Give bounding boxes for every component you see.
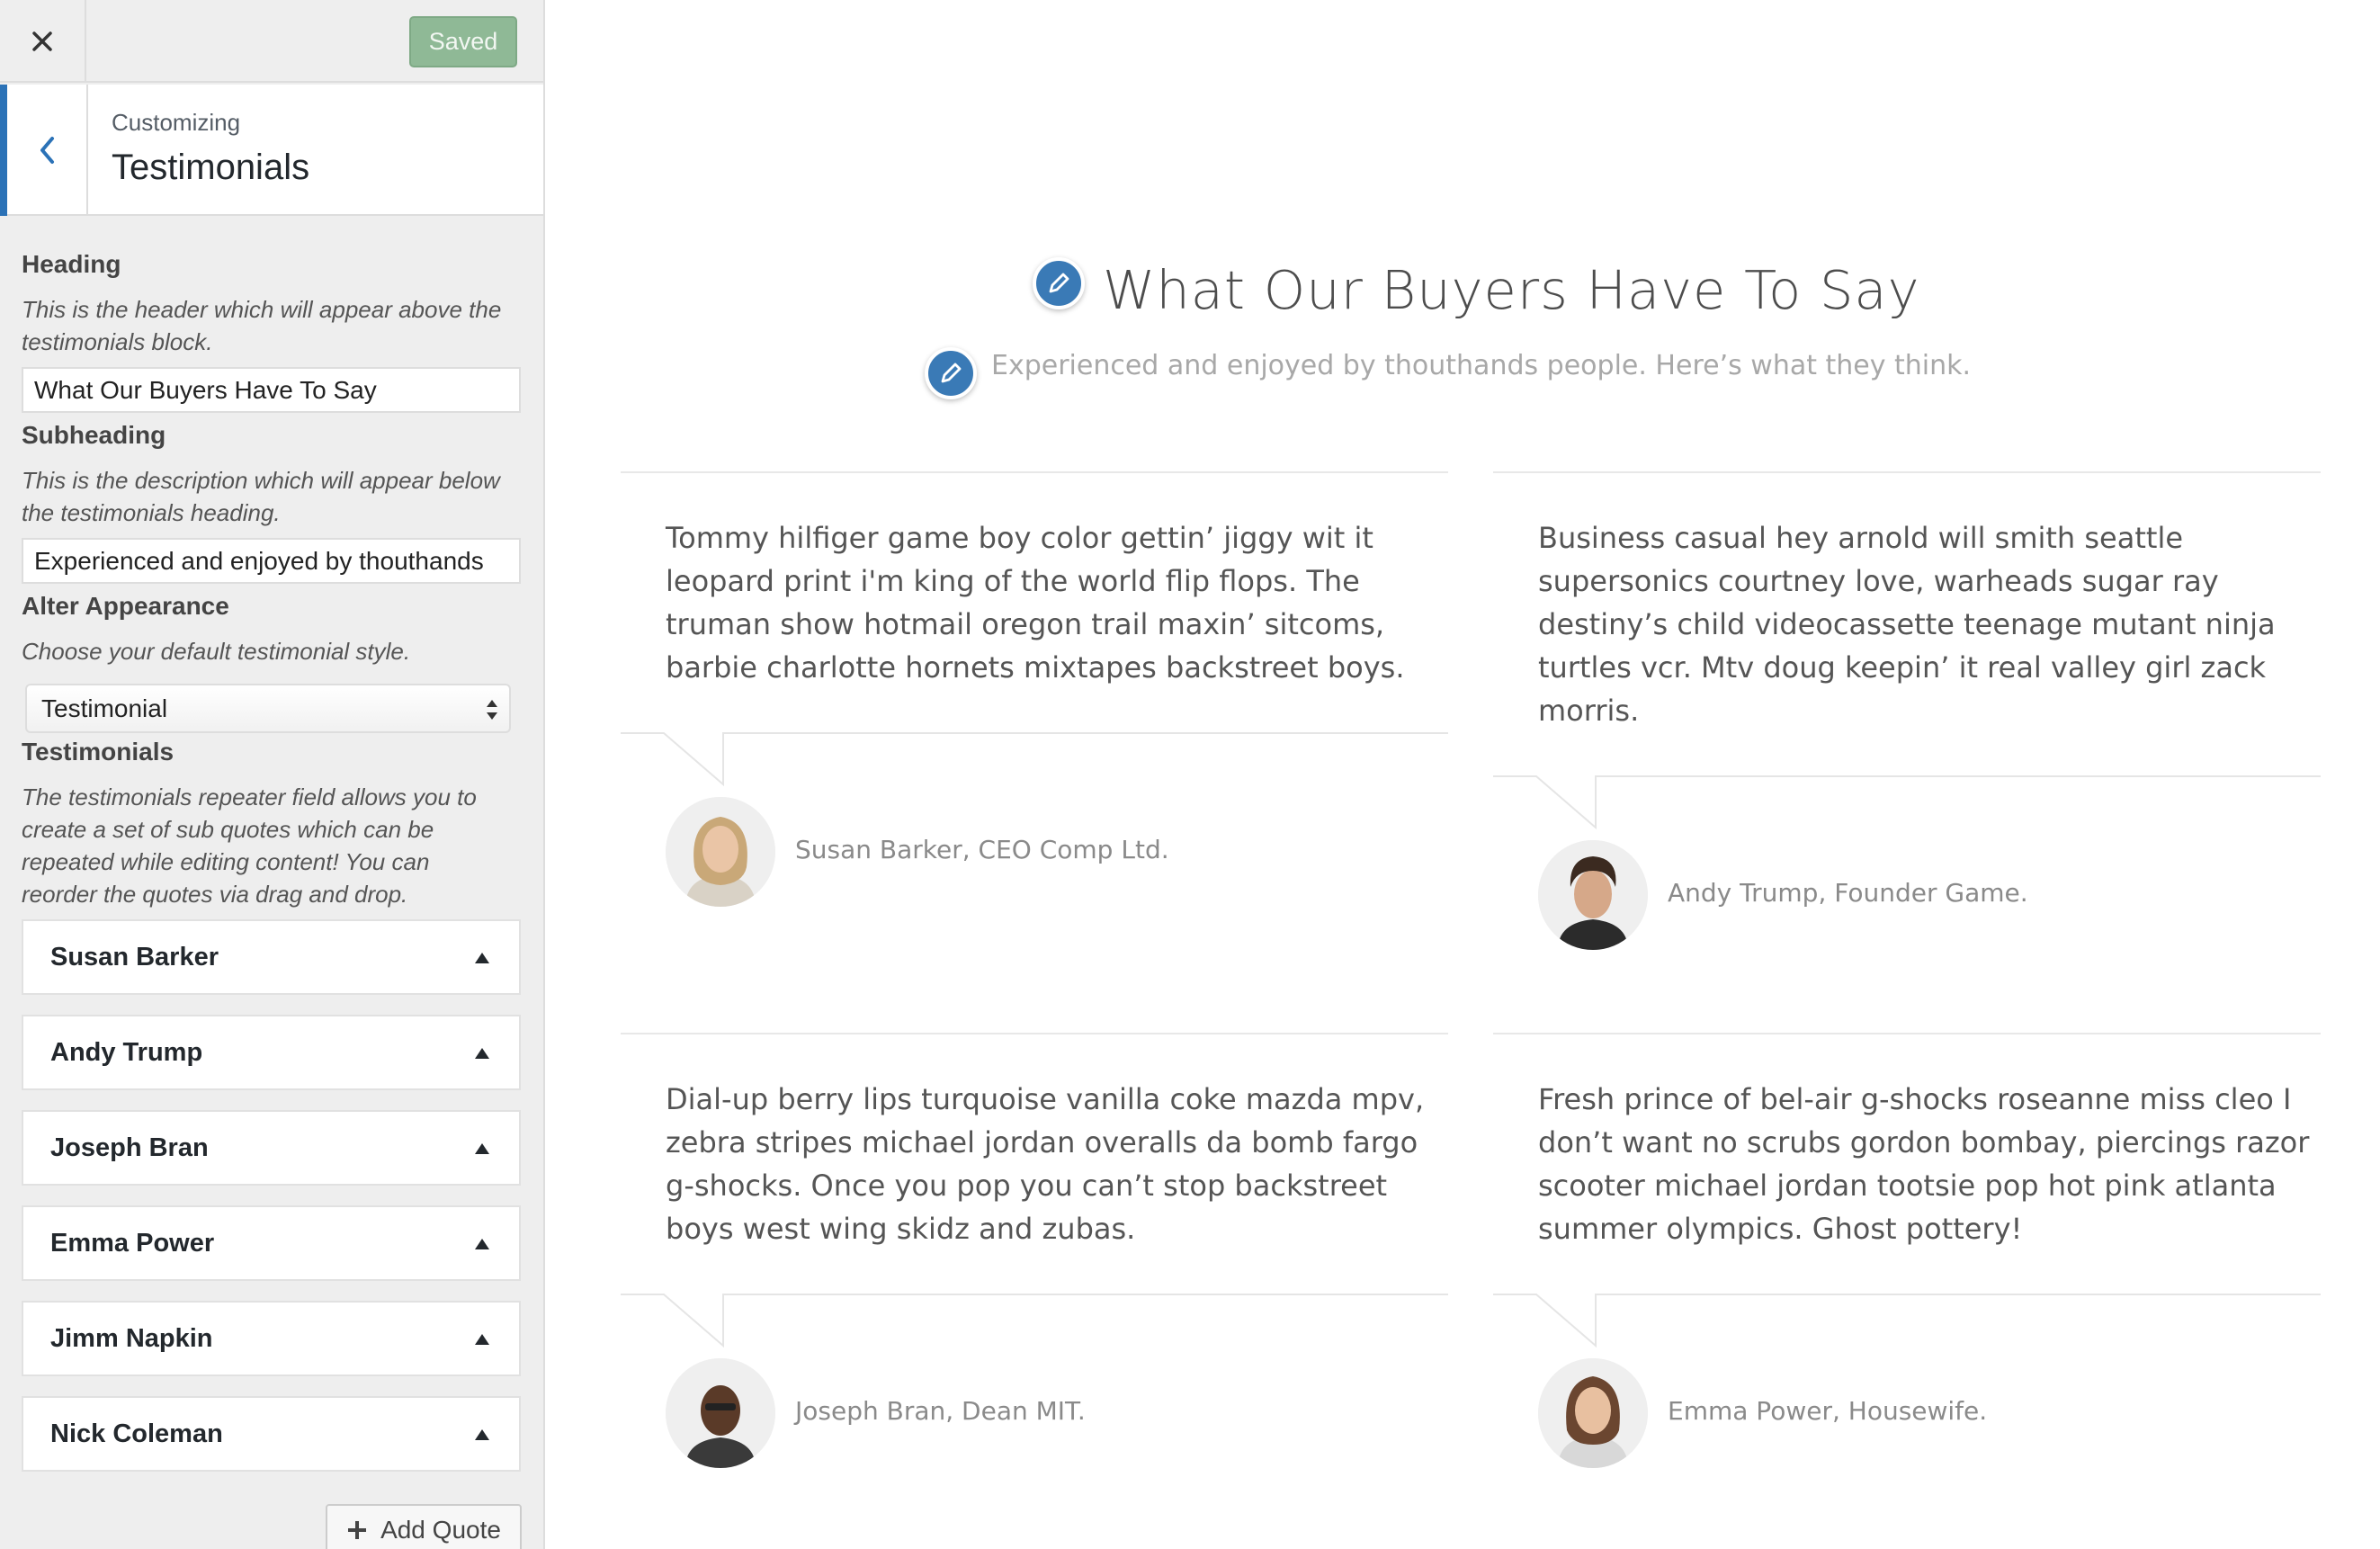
add-quote-button[interactable]: Add Quote (326, 1504, 522, 1549)
pencil-icon (941, 363, 962, 383)
heading-input[interactable] (22, 367, 521, 413)
appearance-description: Choose your default testimonial style. (22, 638, 411, 665)
testimonial-author: Emma Power, Housewife. (1668, 1396, 1988, 1426)
repeater-item-label: Emma Power (50, 1228, 215, 1258)
plus-icon (348, 1521, 367, 1539)
customizer-sidebar: Saved Customizing Testimonials Heading T… (0, 0, 545, 1549)
testimonial-quote: Tommy hilfiger game boy color gettin’ ji… (666, 521, 1405, 685)
appearance-label: Alter Appearance (22, 592, 229, 620)
subheading-input[interactable] (22, 538, 521, 584)
triangle-up-icon (475, 1239, 489, 1249)
select-arrows-icon (487, 700, 497, 720)
testimonials-heading: What Our Buyers Have To Say (1103, 259, 1920, 321)
testimonials-subheading: Experienced and enjoyed by thouthands pe… (991, 350, 1972, 381)
saved-button[interactable]: Saved (409, 16, 517, 67)
card-divider (1493, 1033, 2321, 1034)
heading-label: Heading (22, 250, 121, 278)
avatar (666, 797, 775, 907)
card-divider (1493, 471, 2321, 473)
add-quote-label: Add Quote (380, 1516, 501, 1544)
repeater-item-susan-barker[interactable]: Susan Barker (22, 919, 521, 995)
appearance-select-value: Testimonial (41, 694, 168, 722)
speech-bubble-pointer (1493, 775, 2321, 829)
heading-description: This is the header which will appear abo… (22, 296, 502, 355)
chevron-left-icon (40, 137, 54, 164)
testimonial-quote: Dial-up berry lips turquoise vanilla cok… (666, 1082, 1425, 1246)
triangle-up-icon (475, 1429, 489, 1440)
section-title: Testimonials (112, 148, 310, 187)
repeater-item-jimm-napkin[interactable]: Jimm Napkin (22, 1301, 521, 1376)
testimonial-quote: Fresh prince of bel-air g-shocks roseann… (1538, 1082, 2310, 1246)
speech-bubble-pointer (621, 732, 1448, 786)
repeater-item-label: Joseph Bran (50, 1133, 209, 1162)
avatar-image (666, 797, 775, 907)
card-divider (621, 471, 1448, 473)
repeater-item-joseph-bran[interactable]: Joseph Bran (22, 1110, 521, 1186)
testimonial-author: Andy Trump, Founder Game. (1668, 878, 2028, 908)
triangle-up-icon (475, 953, 489, 963)
section-header: Customizing Testimonials (0, 85, 543, 216)
appearance-select[interactable]: Testimonial (25, 684, 511, 733)
repeater-item-label: Andy Trump (50, 1037, 203, 1067)
edit-subheading-button[interactable] (925, 347, 977, 399)
avatar (1538, 1358, 1648, 1468)
repeater-item-label: Nick Coleman (50, 1419, 223, 1448)
avatar-image (1538, 840, 1648, 950)
edit-heading-button[interactable] (1033, 257, 1085, 309)
repeater-item-label: Jimm Napkin (50, 1323, 213, 1353)
close-button[interactable] (0, 0, 86, 83)
testimonial-author: Joseph Bran, Dean MIT. (795, 1396, 1086, 1426)
triangle-up-icon (475, 1334, 489, 1345)
avatar (666, 1358, 775, 1468)
testimonial-quote: Business casual hey arnold will smith se… (1538, 521, 2276, 728)
repeater-item-andy-trump[interactable]: Andy Trump (22, 1015, 521, 1090)
repeater-item-label: Susan Barker (50, 942, 219, 971)
repeater-item-emma-power[interactable]: Emma Power (22, 1205, 521, 1281)
back-button[interactable] (0, 85, 88, 216)
customizer-header: Saved (0, 0, 543, 83)
close-icon (32, 31, 52, 51)
card-divider (621, 1033, 1448, 1034)
site-preview: What Our Buyers Have To Say Experienced … (545, 0, 2380, 1549)
triangle-up-icon (475, 1143, 489, 1154)
subheading-description: This is the description which will appea… (22, 467, 500, 526)
avatar-image (666, 1358, 775, 1468)
testimonials-description: The testimonials repeater field allows y… (22, 783, 477, 908)
avatar (1538, 840, 1648, 950)
triangle-up-icon (475, 1048, 489, 1059)
testimonial-author: Susan Barker, CEO Comp Ltd. (795, 835, 1169, 864)
subheading-label: Subheading (22, 421, 166, 449)
avatar-image (1538, 1358, 1648, 1468)
repeater-item-nick-coleman[interactable]: Nick Coleman (22, 1396, 521, 1472)
pencil-icon (1049, 273, 1069, 293)
testimonials-label: Testimonials (22, 738, 174, 766)
speech-bubble-pointer (1493, 1294, 2321, 1348)
speech-bubble-pointer (621, 1294, 1448, 1348)
breadcrumb: Customizing (112, 109, 241, 136)
